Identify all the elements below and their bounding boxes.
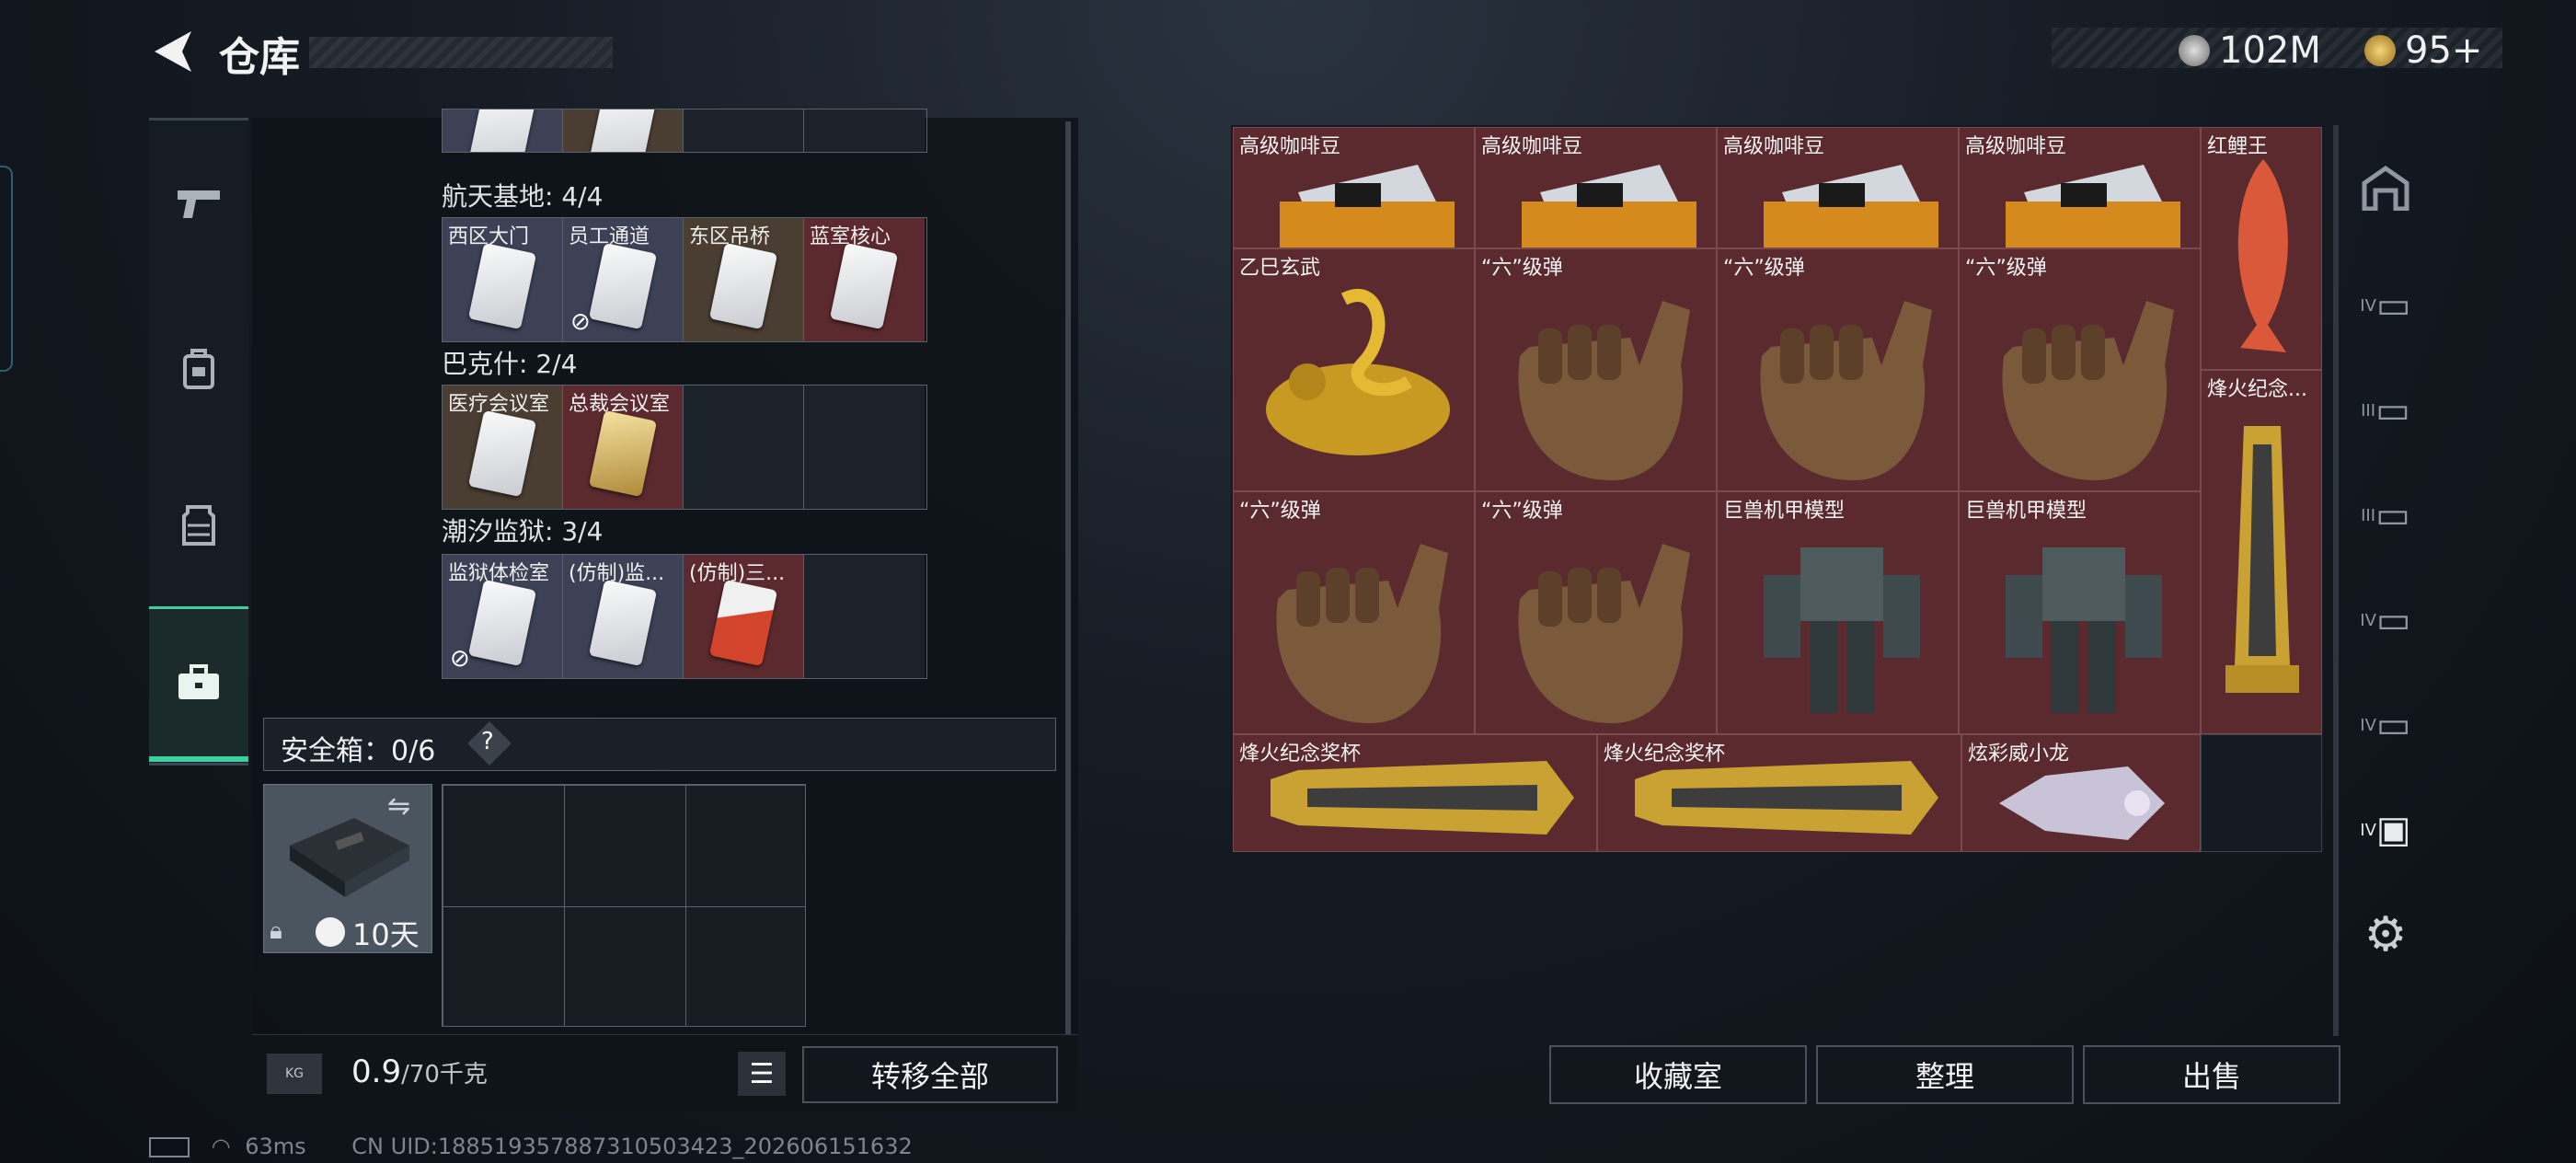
item-mech-model[interactable]: 巨兽机甲模型 — [1959, 491, 2201, 734]
storage-tab-iv-icon[interactable]: IV ▭ — [2346, 250, 2425, 361]
key-slot[interactable]: 蓝室核心 — [804, 218, 925, 341]
item-bullet-hand[interactable]: “六”级弹 — [1233, 491, 1475, 734]
left-scrollbar[interactable] — [1065, 121, 1071, 1038]
item-beacon-trophy-horizontal[interactable]: 烽火纪念奖杯 — [1233, 734, 1597, 852]
key-slot[interactable]: 员工通道 ⊘ — [563, 218, 684, 341]
key-slot[interactable] — [804, 386, 925, 509]
safe-box-label: 安全箱：0/6 — [281, 735, 436, 767]
currency-bar: 102M 95+ — [2052, 28, 2502, 72]
transfer-all-button[interactable]: 转移全部 — [802, 1046, 1058, 1103]
key-slot[interactable] — [684, 386, 804, 509]
gun-icon[interactable] — [149, 130, 248, 277]
storage-tab-iv-c-icon[interactable]: IV ▭ — [2346, 670, 2425, 780]
home-storage-icon[interactable] — [2346, 132, 2425, 243]
key-slot[interactable] — [443, 109, 563, 152]
key-slot[interactable]: 医疗会议室 — [443, 386, 563, 509]
sell-button[interactable]: 出售 — [2083, 1045, 2340, 1104]
wifi-icon: ◠ — [211, 1134, 231, 1159]
item-toy-dragon[interactable]: 炫彩威小龙 — [1961, 734, 2201, 852]
collection-room-button[interactable]: 收藏室 — [1549, 1045, 1807, 1104]
premium-coin-icon — [2364, 35, 2396, 66]
item-bullet-hand[interactable]: “六”级弹 — [1959, 248, 2201, 491]
key-slot[interactable]: 东区吊桥 — [684, 218, 804, 341]
uid-text: CN UID:188519357887310503423_20260615163… — [351, 1134, 913, 1159]
safe-box-header: 安全箱：0/6 ? — [263, 718, 1056, 771]
item-beacon-trophy-horizontal[interactable]: 烽火纪念奖杯 — [1597, 734, 1961, 852]
unbound-icon: ⊘ — [570, 308, 591, 336]
safe-box-grid[interactable] — [442, 784, 806, 1027]
ping-value: 63ms — [245, 1134, 306, 1159]
currency-amount: 102M — [2219, 29, 2321, 72]
safe-box-item[interactable]: ⇋ 🔒︎ 10天 — [263, 784, 432, 953]
toolbox-icon[interactable] — [149, 606, 248, 762]
storage-tab-iii-b-icon[interactable]: III ▭ — [2346, 460, 2425, 570]
inventory-grid: 高级咖啡豆 高级咖啡豆 高级咖啡豆 高级咖啡豆 红鲤王 乙巳玄武 “六”级弹 “… — [1233, 127, 2322, 852]
item-mech-model[interactable]: 巨兽机甲模型 — [1717, 491, 1959, 734]
sort-button[interactable]: 整理 — [1816, 1045, 2074, 1104]
key-row: 医疗会议室 总裁会议室 — [442, 385, 927, 510]
lock-icon: 🔒︎ — [270, 917, 282, 945]
key-slot[interactable] — [563, 109, 684, 152]
weight-icon: KG — [267, 1054, 322, 1094]
storage-tab-iii-icon[interactable]: III ▭ — [2346, 355, 2425, 466]
unbound-icon: ⊘ — [450, 645, 470, 673]
clock-icon — [316, 917, 345, 947]
back-arrow-icon[interactable] — [147, 26, 201, 77]
item-coffee-beans[interactable]: 高级咖啡豆 — [1475, 127, 1717, 248]
status-footer: ◠ 63ms CN UID:188519357887310503423_2026… — [149, 1134, 913, 1159]
key-slot[interactable] — [684, 109, 804, 152]
item-bullet-hand[interactable]: “六”级弹 — [1475, 248, 1717, 491]
key-slot[interactable] — [804, 555, 925, 678]
swap-icon[interactable]: ⇋ — [387, 790, 410, 823]
category-nav — [149, 118, 248, 766]
vest-icon[interactable] — [149, 452, 248, 599]
key-slot[interactable] — [804, 109, 925, 152]
battery-icon — [149, 1137, 190, 1157]
key-row-partial — [442, 109, 927, 153]
storage-tab-iv-active-icon[interactable]: IV ▣ — [2346, 775, 2425, 885]
header-decoration — [309, 37, 613, 68]
weight-value: 0.9/70千克 — [351, 1054, 488, 1090]
key-slot[interactable]: (仿制)三... — [684, 555, 804, 678]
storage-nav: IV ▭ III ▭ III ▭ IV ▭ IV ▭ IV ▣ ⚙ — [2346, 125, 2425, 1110]
premium-amount: 95+ — [2405, 29, 2483, 72]
empty-slot[interactable] — [2201, 734, 2322, 852]
item-golden-dragon[interactable]: 乙巳玄武 — [1233, 248, 1475, 491]
key-row: 监狱体检室 ⊘ (仿制)监... (仿制)三... — [442, 554, 927, 679]
item-bullet-hand[interactable]: “六”级弹 — [1475, 491, 1717, 734]
backpack-icon[interactable] — [149, 295, 248, 443]
key-slot[interactable]: 监狱体检室 ⊘ — [443, 555, 563, 678]
key-row: 西区大门 员工通道 ⊘ 东区吊桥 蓝室核心 — [442, 217, 927, 342]
coin-icon — [2179, 35, 2210, 66]
key-slot[interactable]: 西区大门 — [443, 218, 563, 341]
key-slot[interactable]: (仿制)监... — [563, 555, 684, 678]
storage-tab-iv-b-icon[interactable]: IV ▭ — [2346, 565, 2425, 675]
item-coffee-beans[interactable]: 高级咖啡豆 — [1959, 127, 2201, 248]
key-slot[interactable]: 总裁会议室 — [563, 386, 684, 509]
page-title: 仓库 — [219, 34, 300, 81]
item-bullet-hand[interactable]: “六”级弹 — [1717, 248, 1959, 491]
key-group-title: 潮汐监狱: 3/4 — [442, 516, 604, 547]
key-group-title: 巴克什: 2/4 — [442, 349, 578, 379]
right-scrollbar[interactable] — [2333, 125, 2339, 1036]
safe-timer: 10天 — [352, 917, 420, 952]
item-coffee-beans[interactable]: 高级咖啡豆 — [1233, 127, 1475, 248]
settings-gear-icon[interactable]: ⚙ — [2346, 880, 2425, 990]
weight-bar: KG 0.9/70千克 ☰ 转移全部 — [252, 1034, 1078, 1111]
item-red-carp[interactable]: 红鲤王 — [2201, 127, 2322, 370]
item-beacon-trophy[interactable]: 烽火纪念... — [2201, 370, 2322, 734]
key-group-title: 航天基地: 4/4 — [442, 181, 604, 212]
item-coffee-beans[interactable]: 高级咖啡豆 — [1717, 127, 1959, 248]
list-view-button[interactable]: ☰ — [738, 1052, 786, 1096]
side-edge — [0, 166, 13, 372]
